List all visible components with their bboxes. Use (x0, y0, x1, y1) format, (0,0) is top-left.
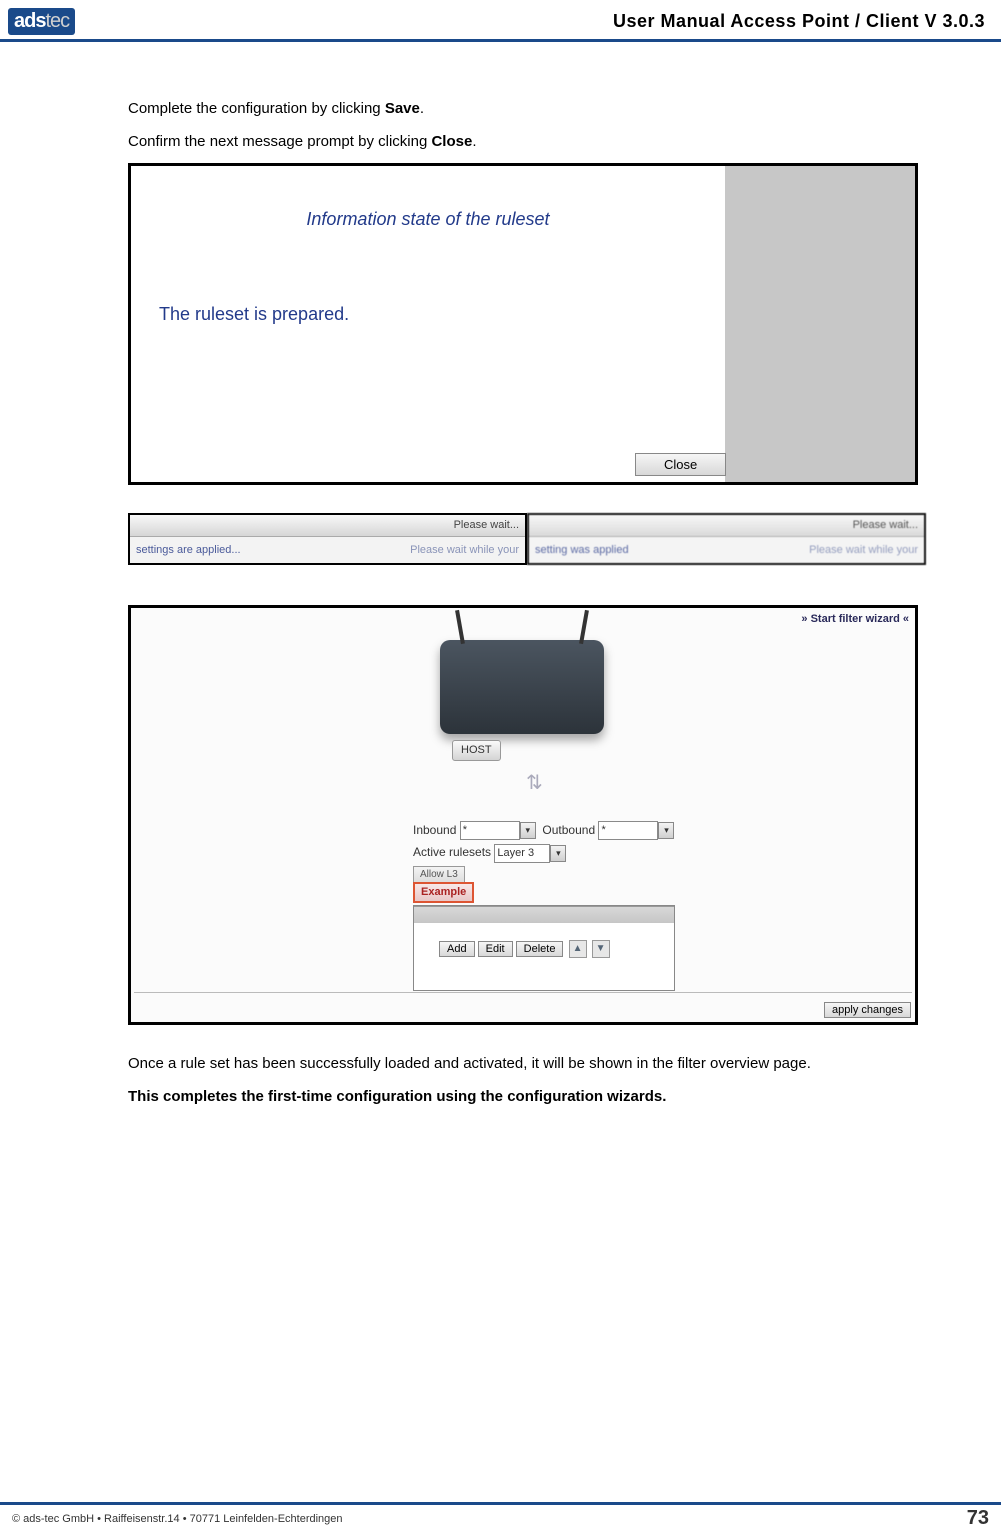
logo-ads: ads (14, 10, 45, 32)
wait-header: Please wait... (529, 515, 924, 537)
separator (134, 992, 912, 994)
document-title: User Manual Access Point / Client V 3.0.… (75, 11, 989, 32)
screenshot-filter-overview: » Start filter wizard « HOST ⇅ Inbound *… (128, 605, 918, 1025)
edit-button[interactable]: Edit (478, 941, 513, 957)
wait-panel-1: Please wait... settings are applied... P… (128, 513, 527, 565)
screenshot-please-wait: Please wait... settings are applied... P… (128, 513, 931, 565)
list-buttons: Add Edit Delete ▲ ▼ (439, 940, 610, 958)
dialog-title: Information state of the ruleset (159, 206, 697, 233)
save-word: Save (385, 100, 420, 117)
text: . (420, 100, 424, 117)
antenna-icon (579, 610, 589, 644)
screenshot-ruleset-dialog: Information state of the ruleset The rul… (128, 163, 918, 485)
list-row (414, 906, 674, 923)
filter-controls: Inbound *▾ Outbound *▾ Active rulesets L… (413, 818, 675, 991)
chevron-down-icon[interactable]: ▾ (550, 845, 566, 862)
wait-hint: Please wait while your (809, 542, 918, 559)
text: Complete the configuration by clicking (128, 100, 385, 117)
wait-panel-2: Please wait... setting was applied Pleas… (527, 513, 926, 565)
text: . (472, 133, 476, 150)
router-icon: HOST ⇅ (440, 640, 604, 734)
add-button[interactable]: Add (439, 941, 475, 957)
host-label: HOST (452, 740, 501, 761)
wait-header: Please wait... (130, 515, 525, 537)
move-down-icon[interactable]: ▼ (592, 940, 610, 958)
document-page: adstec User Manual Access Point / Client… (0, 0, 1001, 1540)
page-number: 73 (967, 1507, 989, 1530)
text: Confirm the next message prompt by click… (128, 133, 431, 150)
ruleset-tab-example[interactable]: Example (413, 882, 474, 903)
dialog-message: The ruleset is prepared. (159, 301, 697, 328)
wait-status: setting was applied (535, 542, 629, 559)
outro-complete: This completes the first-time configurat… (128, 1086, 931, 1109)
page-content: Complete the configuration by clicking S… (0, 42, 1001, 1138)
copyright-text: © ads-tec GmbH • Raiffeisenstr.14 • 7077… (12, 1513, 343, 1525)
wait-hint: Please wait while your (410, 542, 519, 559)
antenna-icon (455, 610, 465, 644)
logo-tec: tec (45, 10, 69, 32)
chevron-down-icon[interactable]: ▾ (658, 822, 674, 839)
outbound-label: Outbound (542, 823, 595, 837)
page-header: adstec User Manual Access Point / Client… (0, 0, 1001, 42)
apply-changes-button[interactable]: apply changes (824, 1002, 911, 1018)
intro-line-1: Complete the configuration by clicking S… (128, 98, 931, 121)
active-rulesets-label: Active rulesets (413, 845, 491, 859)
close-word: Close (431, 133, 472, 150)
intro-line-2: Confirm the next message prompt by click… (128, 131, 931, 154)
active-rulesets-select[interactable]: Layer 3 (494, 844, 550, 863)
close-button[interactable]: Close (635, 453, 726, 476)
router-diagram: HOST ⇅ (387, 640, 657, 734)
inbound-select[interactable]: * (460, 821, 520, 840)
delete-button[interactable]: Delete (516, 941, 564, 957)
dialog-body: Information state of the ruleset The rul… (131, 166, 725, 482)
move-up-icon[interactable]: ▲ (569, 940, 587, 958)
page-footer: © ads-tec GmbH • Raiffeisenstr.14 • 7077… (0, 1502, 1001, 1530)
dialog-sidebar: Close (725, 166, 915, 482)
start-filter-wizard-link[interactable]: » Start filter wizard « (801, 611, 909, 628)
inbound-label: Inbound (413, 823, 456, 837)
brand-logo: adstec (8, 8, 75, 35)
chevron-down-icon[interactable]: ▾ (520, 822, 536, 839)
arrows-icon: ⇅ (526, 768, 543, 798)
outbound-select[interactable]: * (598, 821, 658, 840)
wait-status: settings are applied... (136, 542, 241, 559)
ruleset-tab-allow-l3[interactable]: Allow L3 (413, 866, 465, 882)
outro-paragraph: Once a rule set has been successfully lo… (128, 1053, 931, 1076)
